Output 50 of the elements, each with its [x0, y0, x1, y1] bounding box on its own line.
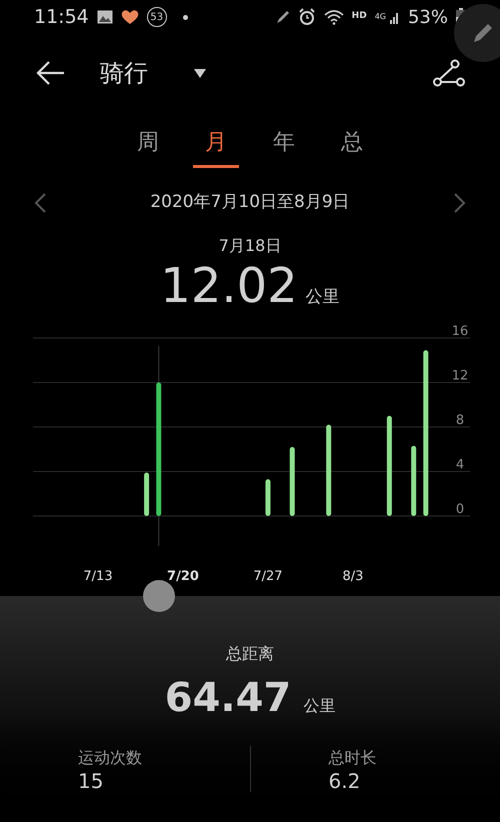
- selected-distance: 12.02: [160, 258, 298, 314]
- x-tick-label: 7/13: [83, 568, 113, 584]
- notification-badge: 53: [146, 7, 167, 27]
- x-tick-label: 8/3: [342, 568, 364, 584]
- clock: 11:54: [34, 4, 89, 30]
- x-tick-label: 7/20: [167, 568, 199, 584]
- heart-icon: [120, 9, 139, 25]
- sport-dropdown[interactable]: 骑行: [100, 55, 206, 91]
- chevron-left-icon[interactable]: [34, 192, 46, 213]
- signal-icon: [390, 10, 400, 24]
- y-tick-label: 8: [456, 412, 464, 428]
- period-tab[interactable]: 月: [193, 126, 239, 168]
- bar[interactable]: [386, 415, 392, 516]
- bar[interactable]: [326, 424, 332, 516]
- network-label: HD: [352, 10, 367, 24]
- distance-unit: 公里: [306, 286, 340, 308]
- edit-button[interactable]: [454, 4, 500, 62]
- pencil-icon: [472, 22, 494, 44]
- summary-label: 总距离: [226, 642, 274, 664]
- period-tab[interactable]: 总: [329, 126, 375, 168]
- period-tab[interactable]: 年: [261, 126, 307, 168]
- total-distance: 64.47: [164, 674, 292, 722]
- bar[interactable]: [290, 446, 295, 516]
- selected-date: 7月18日: [218, 234, 282, 256]
- x-tick-label: 7/27: [253, 568, 283, 584]
- stat-label: 运动次数: [78, 746, 143, 768]
- share-icon: [433, 59, 465, 87]
- y-tick-label: 16: [452, 324, 468, 338]
- chevron-right-icon[interactable]: [454, 192, 466, 213]
- stat-label: 总时长: [328, 746, 378, 768]
- back-arrow-icon: [35, 60, 65, 86]
- y-tick-label: 12: [452, 368, 468, 383]
- battery-percent: 53%: [408, 6, 448, 30]
- bar[interactable]: [144, 472, 150, 516]
- y-tick-label: 4: [456, 457, 464, 472]
- caret-icon: [194, 68, 206, 78]
- alarm-icon: [298, 8, 316, 26]
- date-range: 2020年7月10日至8月9日: [150, 191, 350, 214]
- y-tick-label: 0: [456, 502, 464, 516]
- wifi-icon: [324, 9, 344, 25]
- bar[interactable]: [411, 445, 416, 516]
- stat-value: 15: [78, 770, 104, 792]
- network-type-label: 4G: [374, 11, 386, 23]
- pencil-icon: [276, 10, 290, 24]
- image-icon: [96, 10, 113, 24]
- bar[interactable]: [265, 478, 270, 516]
- period-tab[interactable]: 周: [125, 126, 171, 168]
- slider-handle[interactable]: [142, 580, 175, 612]
- distance-unit: 公里: [303, 694, 336, 716]
- stat-value: 6.2: [328, 770, 362, 792]
